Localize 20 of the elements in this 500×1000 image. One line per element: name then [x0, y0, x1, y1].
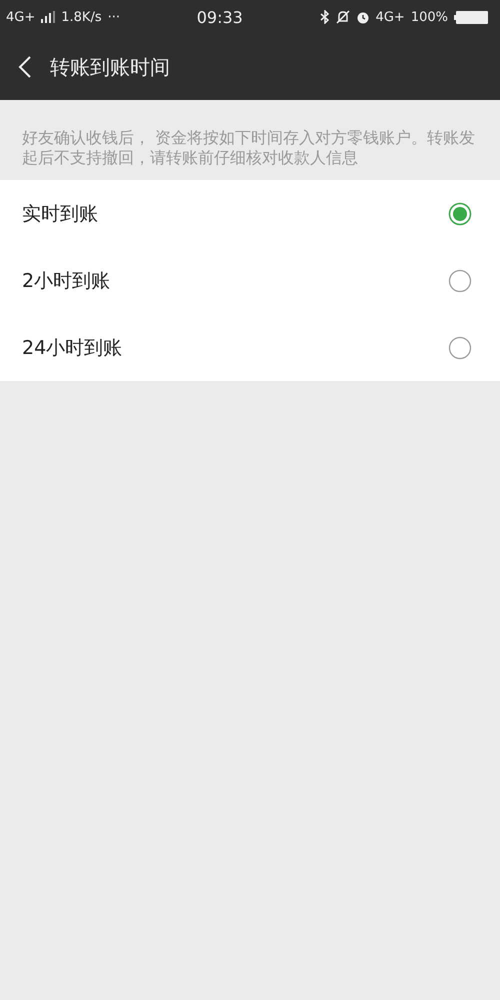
network-label: 4G+ [376, 10, 405, 24]
notice-text: 好友确认收钱后， 资金将按如下时间存入对方零钱账户。转账发起后不支持撤回，请转账前仔细核对收款人信息 [21, 127, 476, 169]
option-label[interactable]: 24小时到账 [22, 334, 122, 360]
bluetooth-icon [320, 10, 330, 24]
clock: 09:33 [196, 8, 244, 26]
option-label[interactable]: 实时到账 [22, 200, 98, 226]
speed-label: 1.8K/s [61, 10, 102, 24]
back-icon[interactable] [18, 55, 32, 79]
radio-button[interactable] [448, 202, 472, 226]
more-indicator: ··· [108, 10, 120, 24]
network-label: 4G+ [6, 10, 36, 24]
muted-bell-icon [336, 10, 350, 24]
battery-icon [454, 10, 488, 24]
option-label[interactable]: 2小时到账 [22, 268, 110, 294]
alarm-icon [356, 10, 370, 24]
radio-button[interactable] [448, 336, 472, 360]
page-title: 转账到账时间 [50, 54, 170, 80]
signal-icon [41, 11, 56, 23]
battery-label: 100% [410, 10, 448, 24]
radio-button[interactable] [448, 268, 472, 292]
